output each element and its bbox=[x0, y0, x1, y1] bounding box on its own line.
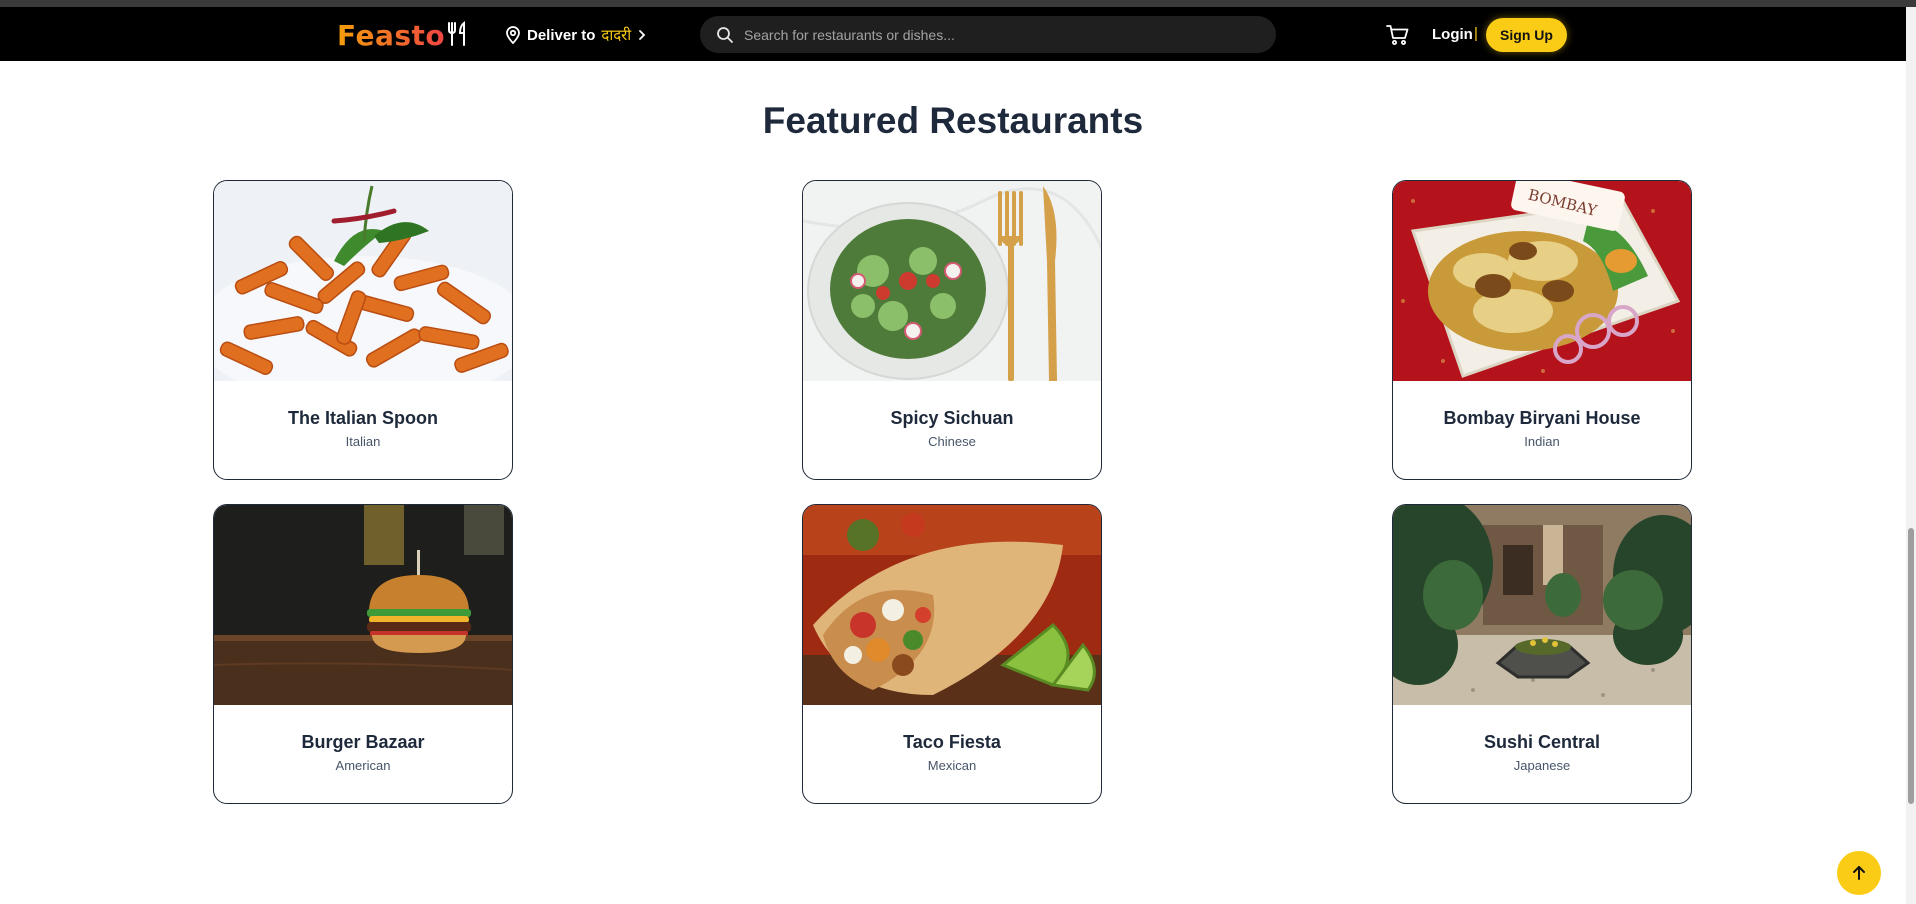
fork-knife-icon bbox=[448, 21, 465, 46]
restaurant-card[interactable]: Sushi Central Japanese bbox=[1392, 504, 1692, 804]
search-bar[interactable] bbox=[700, 16, 1276, 53]
login-link[interactable]: Login bbox=[1432, 26, 1473, 43]
cart-icon[interactable] bbox=[1386, 24, 1410, 46]
signup-button[interactable]: Sign Up bbox=[1486, 18, 1567, 52]
nav-separator: | bbox=[1474, 25, 1478, 42]
restaurant-cuisine: Japanese bbox=[1513, 758, 1571, 773]
navbar: Feasto Deliver to दादरी Login | Sign Up bbox=[0, 7, 1906, 61]
location-pin-icon bbox=[506, 26, 520, 44]
restaurant-cuisine: Indian bbox=[1524, 434, 1560, 449]
restaurant-image bbox=[1393, 505, 1691, 705]
restaurant-card[interactable]: Spicy Sichuan Chinese bbox=[802, 180, 1102, 480]
logo[interactable]: Feasto bbox=[337, 19, 445, 52]
search-input[interactable] bbox=[744, 26, 1264, 43]
scroll-to-top-button[interactable] bbox=[1837, 851, 1881, 895]
browser-top-strip bbox=[0, 0, 1916, 7]
restaurant-name: The Italian Spoon bbox=[287, 408, 438, 428]
restaurant-cuisine: Italian bbox=[345, 434, 381, 449]
restaurant-cuisine: American bbox=[335, 758, 391, 773]
arrow-up-icon bbox=[1853, 866, 1865, 880]
restaurant-name: Sushi Central bbox=[1483, 732, 1601, 752]
restaurant-card[interactable]: Burger Bazaar American bbox=[213, 504, 513, 804]
restaurant-name: Spicy Sichuan bbox=[890, 408, 1014, 428]
restaurant-card[interactable]: The Italian Spoon Italian bbox=[213, 180, 513, 480]
delivery-location: दादरी bbox=[601, 27, 632, 44]
chevron-right-icon bbox=[639, 30, 646, 40]
restaurant-card[interactable]: BOMBAY Bombay Biryani House Indian bbox=[1392, 180, 1692, 480]
restaurant-image bbox=[803, 505, 1101, 705]
restaurant-name: Taco Fiesta bbox=[903, 732, 1001, 752]
search-icon bbox=[717, 26, 733, 43]
restaurant-name: Bombay Biryani House bbox=[1443, 408, 1641, 428]
section-title: Featured Restaurants bbox=[762, 100, 1144, 141]
deliver-label: Deliver to bbox=[527, 26, 596, 44]
deliver-location-button[interactable]: Deliver to दादरी bbox=[505, 25, 647, 45]
scrollbar-thumb[interactable] bbox=[1908, 528, 1914, 804]
restaurant-name: Burger Bazaar bbox=[301, 732, 425, 752]
restaurant-image bbox=[214, 505, 512, 705]
restaurant-image: BOMBAY bbox=[1393, 181, 1691, 381]
restaurant-cuisine: Chinese bbox=[928, 434, 976, 449]
restaurant-card[interactable]: Taco Fiesta Mexican bbox=[802, 504, 1102, 804]
restaurant-image bbox=[214, 181, 512, 381]
restaurant-cuisine: Mexican bbox=[927, 758, 977, 773]
restaurant-image bbox=[803, 181, 1101, 381]
